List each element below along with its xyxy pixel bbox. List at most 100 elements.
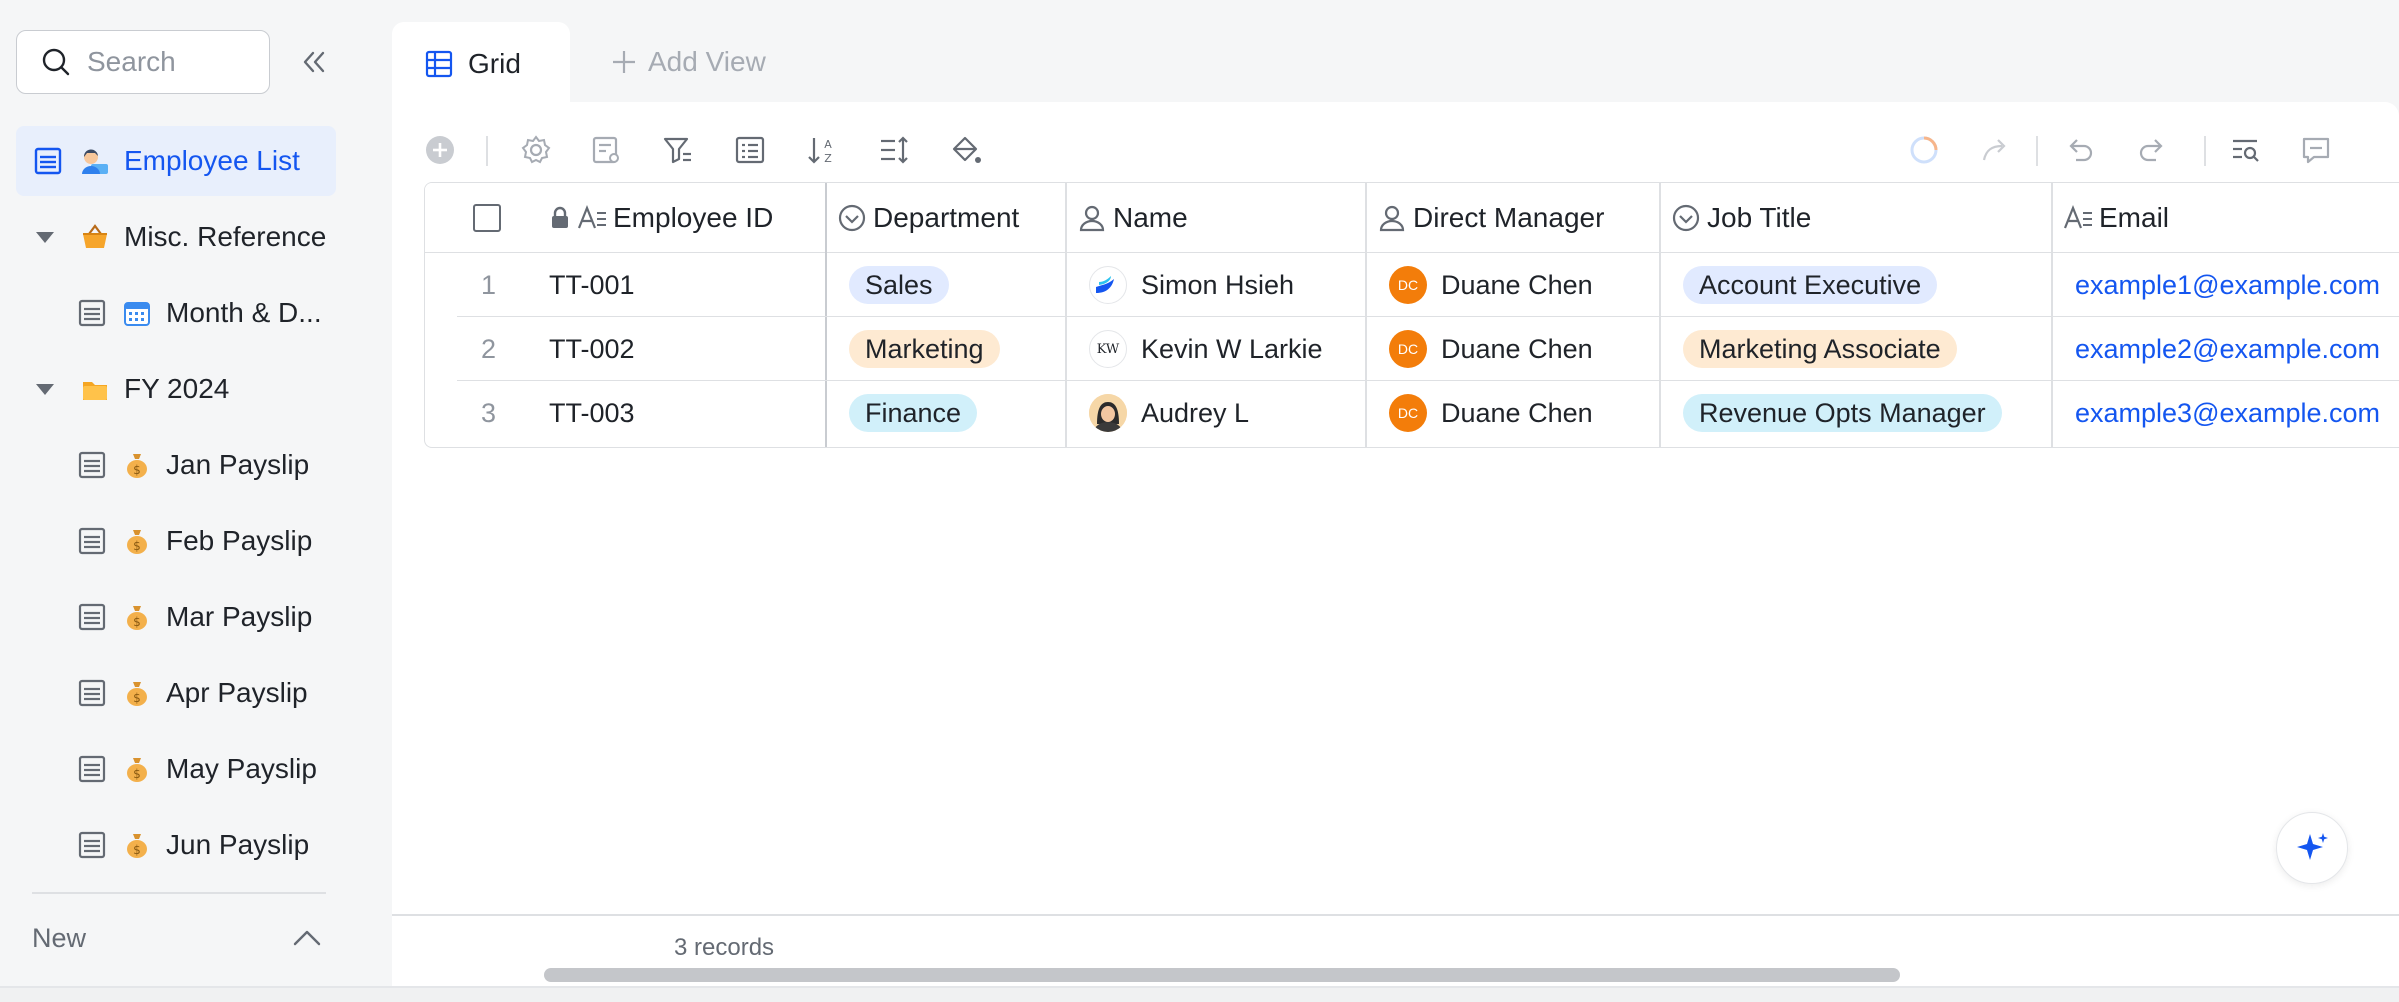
column-header-department[interactable]: Department: [837, 183, 1019, 253]
sidebar-tree: Employee List Misc. Reference Month & D.…: [16, 126, 336, 886]
search-input[interactable]: Search: [16, 30, 270, 94]
window-bottom-edge: [0, 986, 2399, 1002]
table-row[interactable]: 1 TT-001 Sales Simon Hsieh DC Duane Chen…: [457, 253, 2399, 317]
svg-text:$: $: [133, 463, 141, 477]
column-header-name[interactable]: Name: [1077, 183, 1188, 253]
sidebar-item-month-and-d[interactable]: Month & D...: [16, 278, 336, 348]
column-header-employee-id[interactable]: Employee ID: [549, 183, 773, 253]
add-view-button[interactable]: Add View: [610, 42, 766, 82]
settings-button[interactable]: [518, 132, 554, 168]
employee-id-cell[interactable]: TT-003: [549, 381, 635, 445]
group-button[interactable]: [732, 132, 768, 168]
undo-button[interactable]: [2062, 132, 2098, 168]
table-icon: [78, 831, 106, 859]
table-icon: [34, 147, 62, 175]
tab-grid[interactable]: Grid: [392, 22, 570, 106]
toolbar-separator: [2204, 136, 2206, 166]
comments-button[interactable]: [2298, 132, 2334, 168]
job-title-cell[interactable]: Account Executive: [1683, 253, 1938, 317]
table-icon: [78, 299, 106, 327]
sidebar-item-may-payslip[interactable]: $ May Payslip: [16, 734, 336, 804]
department-cell[interactable]: Sales: [849, 253, 949, 317]
caret-down-icon[interactable]: [36, 383, 54, 395]
column-header-job-title[interactable]: Job Title: [1671, 183, 1811, 253]
sidebar-item-label: Apr Payslip: [166, 677, 308, 708]
email-link[interactable]: example1@example.com: [2075, 253, 2380, 317]
list-icon: [735, 136, 765, 164]
sidebar-item-jun-payslip[interactable]: $ Jun Payslip: [16, 810, 336, 880]
name-cell[interactable]: Audrey L: [1089, 381, 1249, 445]
job-title-cell[interactable]: Marketing Associate: [1683, 317, 1957, 381]
manager-cell[interactable]: DC Duane Chen: [1389, 381, 1593, 445]
fill-color-button[interactable]: [948, 132, 984, 168]
column-header-email[interactable]: Email: [2063, 183, 2169, 253]
sparkle-icon: [2297, 833, 2328, 860]
table-row[interactable]: 2 TT-002 Marketing KW Kevin W Larkie DC …: [457, 317, 2399, 381]
employee-id-cell[interactable]: TT-001: [549, 253, 635, 317]
undo-icon: [2069, 139, 2093, 162]
column-header-label: Job Title: [1707, 202, 1812, 233]
money-bag-icon: $: [127, 682, 147, 706]
sidebar-item-feb-payslip[interactable]: $ Feb Payslip: [16, 506, 336, 576]
ai-assistant-button[interactable]: [2276, 812, 2348, 884]
department-cell[interactable]: Marketing: [849, 317, 1000, 381]
email-link[interactable]: example3@example.com: [2075, 381, 2380, 445]
sidebar-item-employee-list[interactable]: Employee List: [16, 126, 336, 196]
row-number: 3: [481, 397, 497, 428]
add-record-button[interactable]: [422, 132, 458, 168]
collapse-sidebar-button[interactable]: [296, 44, 332, 80]
sidebar-item-jan-payslip[interactable]: $ Jan Payslip: [16, 430, 336, 500]
column-header-direct-manager[interactable]: Direct Manager: [1377, 183, 1604, 253]
sort-button[interactable]: AZ: [804, 132, 840, 168]
department-tag: Sales: [849, 266, 949, 304]
record-count: 3 records: [674, 934, 775, 961]
svg-text:$: $: [133, 615, 141, 629]
row-number: 2: [481, 333, 497, 364]
grid-header-row: Employee ID Department Name Direct Manag…: [425, 183, 2399, 253]
horizontal-scrollbar[interactable]: [544, 968, 1900, 982]
column-header-label: Name: [1113, 202, 1188, 233]
new-menu-toggle[interactable]: New: [32, 918, 322, 958]
avatar: KW: [1089, 330, 1127, 368]
department-cell[interactable]: Finance: [849, 381, 978, 445]
spinner-icon: [1910, 136, 1938, 164]
email-link[interactable]: example2@example.com: [2075, 317, 2380, 381]
name-text: Kevin W Larkie: [1141, 333, 1323, 364]
sidebar-item-mar-payslip[interactable]: $ Mar Payslip: [16, 582, 336, 652]
share-button[interactable]: [1978, 132, 2014, 168]
job-title-tag: Revenue Opts Manager: [1683, 394, 2002, 432]
filter-icon: [663, 137, 691, 164]
manager-text: Duane Chen: [1441, 397, 1593, 428]
caret-down-icon[interactable]: [36, 231, 54, 243]
row-height-button[interactable]: [876, 132, 912, 168]
sidebar-item-label: Jun Payslip: [166, 829, 310, 860]
manager-cell[interactable]: DC Duane Chen: [1389, 317, 1593, 381]
table-row[interactable]: 3 TT-003 Finance Audrey L DC Duane Chen …: [457, 381, 2399, 445]
avatar: [1089, 394, 1127, 432]
avatar: DC: [1389, 394, 1427, 432]
person-icon: [1377, 203, 1407, 233]
gear-icon: [521, 135, 551, 164]
employee-id-cell[interactable]: TT-002: [549, 317, 635, 381]
name-cell[interactable]: Simon Hsieh: [1089, 253, 1294, 317]
person-icon: [1077, 203, 1107, 233]
department-tag: Marketing: [849, 330, 1000, 368]
sidebar: Search Employee List Misc. Reference Mon…: [0, 0, 360, 986]
select-all-checkbox[interactable]: [473, 183, 501, 253]
svg-text:$: $: [133, 691, 141, 705]
manager-cell[interactable]: DC Duane Chen: [1389, 253, 1593, 317]
sidebar-item-apr-payslip[interactable]: $ Apr Payslip: [16, 658, 336, 728]
comment-icon: [2302, 137, 2330, 164]
field-settings-button[interactable]: [588, 132, 624, 168]
sidebar-divider: [32, 892, 326, 894]
job-title-cell[interactable]: Revenue Opts Manager: [1683, 381, 2002, 445]
sidebar-folder-fy-2024[interactable]: FY 2024: [16, 354, 336, 424]
name-cell[interactable]: KW Kevin W Larkie: [1089, 317, 1323, 381]
folder-icon: [83, 382, 107, 400]
filter-button[interactable]: [660, 132, 696, 168]
find-button[interactable]: [2228, 132, 2264, 168]
employee-icon: [82, 149, 108, 174]
sidebar-item-label: Feb Payslip: [166, 525, 313, 556]
sidebar-folder-misc-reference[interactable]: Misc. Reference: [16, 202, 336, 272]
redo-button[interactable]: [2134, 132, 2170, 168]
